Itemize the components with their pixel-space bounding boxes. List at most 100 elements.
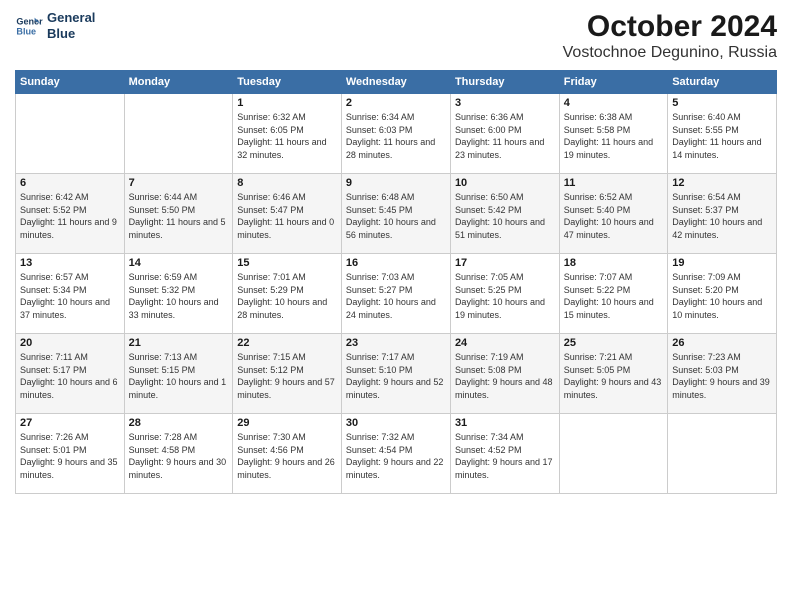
- calendar-cell: 13Sunrise: 6:57 AM Sunset: 5:34 PM Dayli…: [16, 254, 125, 334]
- calendar-cell: 2 Sunrise: 6:34 AM Sunset: 6:03 PM Daylig…: [341, 94, 450, 174]
- day-number: 28: [129, 417, 229, 429]
- calendar-cell: 11 Sunrise: 6:52 AM Sunset: 5:40 PM Dayli…: [559, 174, 667, 254]
- calendar-week-row: 6 Sunrise: 6:42 AM Sunset: 5:52 PM Daylig…: [16, 174, 777, 254]
- day-number: 3: [455, 97, 555, 109]
- logo-text: General Blue: [47, 10, 95, 41]
- day-info: Sunrise: 7:07 AM Sunset: 5:22 PM Dayligh…: [564, 271, 663, 321]
- calendar-cell: 24 Sunrise: 7:19 AM Sunset: 5:08 PM Dayli…: [450, 334, 559, 414]
- day-info: Sunrise: 6:50 AM Sunset: 5:42 PM Dayligh…: [455, 191, 555, 241]
- day-number: 16: [346, 257, 446, 269]
- calendar-cell: 14Sunrise: 6:59 AM Sunset: 5:32 PM Dayli…: [124, 254, 233, 334]
- day-info: Sunrise: 6:36 AM Sunset: 6:00 PM Dayligh…: [455, 111, 555, 161]
- calendar-cell: 27 Sunrise: 7:26 AM Sunset: 5:01 PM Dayli…: [16, 414, 125, 494]
- calendar-cell: [668, 414, 777, 494]
- month-title: October 2024: [563, 10, 777, 44]
- calendar-cell: 7 Sunrise: 6:44 AM Sunset: 5:50 PM Daylig…: [124, 174, 233, 254]
- day-number: 17: [455, 257, 555, 269]
- day-info: Sunrise: 7:19 AM Sunset: 5:08 PM Dayligh…: [455, 351, 555, 401]
- day-number: 25: [564, 337, 663, 349]
- day-number: 1: [237, 97, 337, 109]
- day-info: Sunrise: 7:09 AM Sunset: 5:20 PM Dayligh…: [672, 271, 772, 321]
- day-number: 19: [672, 257, 772, 269]
- calendar-cell: 8Sunrise: 6:46 AM Sunset: 5:47 PM Daylig…: [233, 174, 342, 254]
- calendar-cell: 19 Sunrise: 7:09 AM Sunset: 5:20 PM Dayli…: [668, 254, 777, 334]
- calendar-cell: 30 Sunrise: 7:32 AM Sunset: 4:54 PM Dayli…: [341, 414, 450, 494]
- day-number: 22: [237, 337, 337, 349]
- day-number: 8: [237, 177, 337, 189]
- svg-text:General: General: [16, 16, 43, 26]
- day-info: Sunrise: 7:28 AM Sunset: 4:58 PM Dayligh…: [129, 431, 229, 481]
- day-number: 6: [20, 177, 120, 189]
- calendar-cell: 6 Sunrise: 6:42 AM Sunset: 5:52 PM Daylig…: [16, 174, 125, 254]
- day-number: 30: [346, 417, 446, 429]
- calendar-cell: 16 Sunrise: 7:03 AM Sunset: 5:27 PM Dayli…: [341, 254, 450, 334]
- header: General Blue General Blue October 2024 V…: [15, 10, 777, 62]
- calendar-cell: 5 Sunrise: 6:40 AM Sunset: 5:55 PM Daylig…: [668, 94, 777, 174]
- calendar-week-row: 1Sunrise: 6:32 AM Sunset: 6:05 PM Daylig…: [16, 94, 777, 174]
- col-sunday: Sunday: [16, 71, 125, 94]
- day-info: Sunrise: 7:11 AM Sunset: 5:17 PM Dayligh…: [20, 351, 120, 401]
- day-info: Sunrise: 6:38 AM Sunset: 5:58 PM Dayligh…: [564, 111, 663, 161]
- day-info: Sunrise: 6:52 AM Sunset: 5:40 PM Dayligh…: [564, 191, 663, 241]
- day-info: Sunrise: 6:48 AM Sunset: 5:45 PM Dayligh…: [346, 191, 446, 241]
- day-number: 5: [672, 97, 772, 109]
- day-info: Sunrise: 7:15 AM Sunset: 5:12 PM Dayligh…: [237, 351, 337, 401]
- calendar-cell: 20 Sunrise: 7:11 AM Sunset: 5:17 PM Dayli…: [16, 334, 125, 414]
- calendar-week-row: 20 Sunrise: 7:11 AM Sunset: 5:17 PM Dayli…: [16, 334, 777, 414]
- calendar-header-row: Sunday Monday Tuesday Wednesday Thursday…: [16, 71, 777, 94]
- day-number: 20: [20, 337, 120, 349]
- day-info: Sunrise: 6:40 AM Sunset: 5:55 PM Dayligh…: [672, 111, 772, 161]
- calendar-week-row: 13Sunrise: 6:57 AM Sunset: 5:34 PM Dayli…: [16, 254, 777, 334]
- calendar-table: Sunday Monday Tuesday Wednesday Thursday…: [15, 70, 777, 494]
- day-info: Sunrise: 6:44 AM Sunset: 5:50 PM Dayligh…: [129, 191, 229, 241]
- col-tuesday: Tuesday: [233, 71, 342, 94]
- day-info: Sunrise: 7:26 AM Sunset: 5:01 PM Dayligh…: [20, 431, 120, 481]
- day-number: 10: [455, 177, 555, 189]
- calendar-cell: 3 Sunrise: 6:36 AM Sunset: 6:00 PM Daylig…: [450, 94, 559, 174]
- day-number: 21: [129, 337, 229, 349]
- location-title: Vostochnoe Degunino, Russia: [563, 44, 777, 62]
- day-info: Sunrise: 7:03 AM Sunset: 5:27 PM Dayligh…: [346, 271, 446, 321]
- calendar-cell: 1Sunrise: 6:32 AM Sunset: 6:05 PM Daylig…: [233, 94, 342, 174]
- calendar-week-row: 27 Sunrise: 7:26 AM Sunset: 5:01 PM Dayli…: [16, 414, 777, 494]
- calendar-cell: 9 Sunrise: 6:48 AM Sunset: 5:45 PM Daylig…: [341, 174, 450, 254]
- day-number: 9: [346, 177, 446, 189]
- col-saturday: Saturday: [668, 71, 777, 94]
- day-info: Sunrise: 7:17 AM Sunset: 5:10 PM Dayligh…: [346, 351, 446, 401]
- calendar-cell: 25 Sunrise: 7:21 AM Sunset: 5:05 PM Dayli…: [559, 334, 667, 414]
- calendar-cell: 31 Sunrise: 7:34 AM Sunset: 4:52 PM Dayli…: [450, 414, 559, 494]
- day-info: Sunrise: 7:13 AM Sunset: 5:15 PM Dayligh…: [129, 351, 229, 401]
- day-info: Sunrise: 7:23 AM Sunset: 5:03 PM Dayligh…: [672, 351, 772, 401]
- day-info: Sunrise: 7:34 AM Sunset: 4:52 PM Dayligh…: [455, 431, 555, 481]
- calendar-cell: 29Sunrise: 7:30 AM Sunset: 4:56 PM Dayli…: [233, 414, 342, 494]
- col-wednesday: Wednesday: [341, 71, 450, 94]
- day-number: 29: [237, 417, 337, 429]
- day-number: 26: [672, 337, 772, 349]
- logo: General Blue General Blue: [15, 10, 95, 41]
- calendar-cell: 17Sunrise: 7:05 AM Sunset: 5:25 PM Dayli…: [450, 254, 559, 334]
- calendar-cell: 10 Sunrise: 6:50 AM Sunset: 5:42 PM Dayli…: [450, 174, 559, 254]
- calendar-cell: 15Sunrise: 7:01 AM Sunset: 5:29 PM Dayli…: [233, 254, 342, 334]
- day-info: Sunrise: 6:42 AM Sunset: 5:52 PM Dayligh…: [20, 191, 120, 241]
- day-number: 18: [564, 257, 663, 269]
- day-number: 2: [346, 97, 446, 109]
- day-info: Sunrise: 7:32 AM Sunset: 4:54 PM Dayligh…: [346, 431, 446, 481]
- day-info: Sunrise: 7:21 AM Sunset: 5:05 PM Dayligh…: [564, 351, 663, 401]
- day-number: 7: [129, 177, 229, 189]
- calendar-cell: [16, 94, 125, 174]
- day-number: 23: [346, 337, 446, 349]
- day-number: 27: [20, 417, 120, 429]
- calendar-cell: 23 Sunrise: 7:17 AM Sunset: 5:10 PM Dayli…: [341, 334, 450, 414]
- calendar-page: General Blue General Blue October 2024 V…: [0, 0, 792, 612]
- calendar-cell: 21 Sunrise: 7:13 AM Sunset: 5:15 PM Dayli…: [124, 334, 233, 414]
- day-info: Sunrise: 6:59 AM Sunset: 5:32 PM Dayligh…: [129, 271, 229, 321]
- day-number: 13: [20, 257, 120, 269]
- day-number: 31: [455, 417, 555, 429]
- day-info: Sunrise: 6:34 AM Sunset: 6:03 PM Dayligh…: [346, 111, 446, 161]
- svg-text:Blue: Blue: [16, 26, 36, 36]
- col-friday: Friday: [559, 71, 667, 94]
- day-number: 24: [455, 337, 555, 349]
- calendar-cell: 28 Sunrise: 7:28 AM Sunset: 4:58 PM Dayli…: [124, 414, 233, 494]
- day-number: 11: [564, 177, 663, 189]
- title-block: October 2024 Vostochnoe Degunino, Russia: [563, 10, 777, 62]
